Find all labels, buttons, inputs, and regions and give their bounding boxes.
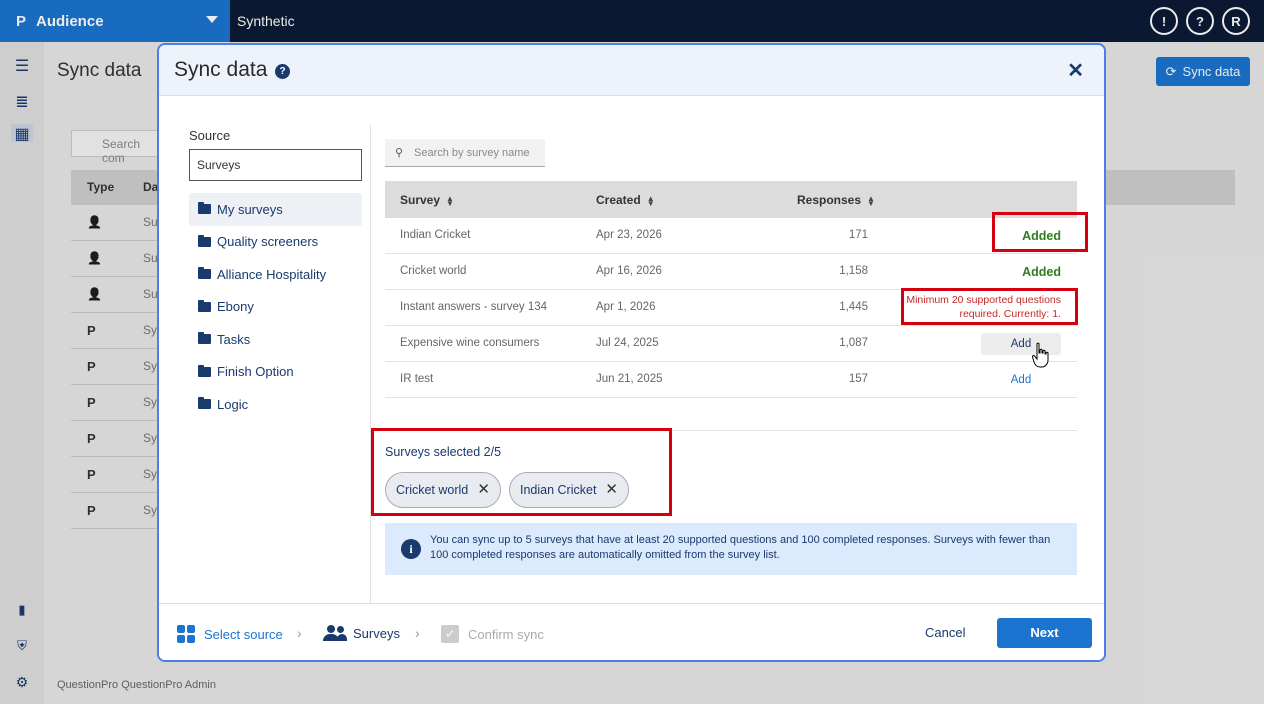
modal-footer: Select source › Surveys › ✓ Confirm sync…: [159, 603, 1104, 660]
survey-name: IR test: [400, 373, 434, 385]
folder-my-surveys[interactable]: My surveys: [189, 193, 362, 226]
sort-icon: ▲ ▼: [446, 193, 454, 208]
cancel-button[interactable]: Cancel: [925, 625, 965, 640]
source-select[interactable]: [189, 149, 362, 181]
panel-divider: [370, 125, 371, 603]
highlight-box-selected: [371, 428, 672, 516]
folder-icon: [198, 332, 211, 345]
step-label: Select source: [204, 626, 283, 642]
col-survey[interactable]: Survey ▲ ▼: [400, 193, 454, 207]
folder-icon: [198, 267, 211, 280]
folder-quality-screeners[interactable]: Quality screeners: [189, 226, 362, 259]
step-label: Confirm sync: [468, 626, 544, 642]
folder-label: Tasks: [217, 331, 251, 347]
col-created-label: Created: [596, 193, 641, 207]
col-responses[interactable]: Responses ▲ ▼: [797, 193, 875, 207]
search-placeholder: Search by survey name: [414, 147, 530, 159]
survey-name: Instant answers - survey 134: [400, 301, 548, 313]
added-status: Added: [1022, 265, 1061, 279]
col-survey-label: Survey: [400, 193, 441, 207]
survey-responses: 171: [848, 229, 868, 241]
highlight-box-warning: [901, 288, 1078, 325]
folder-label: My surveys: [217, 201, 283, 217]
help-icon[interactable]: ?: [275, 64, 290, 79]
folder-icon: [198, 364, 211, 377]
survey-created: Jul 24, 2025: [596, 337, 659, 349]
survey-name: Expensive wine consumers: [400, 337, 540, 349]
hand-cursor-icon: [1032, 342, 1049, 368]
folder-icon: [198, 299, 211, 312]
folder-icon: [198, 202, 211, 215]
survey-responses: 1,158: [839, 265, 868, 277]
people-icon: [323, 625, 347, 641]
table-row: Expensive wine consumers Jul 24, 2025 1,…: [385, 326, 1077, 362]
survey-name: Cricket world: [400, 265, 467, 277]
folder-label: Logic: [217, 396, 249, 412]
folder-icon: [198, 397, 211, 410]
sort-icon: ▲ ▼: [867, 193, 875, 208]
modal-header: Sync data ? ✕: [159, 45, 1104, 96]
step-confirm-sync: ✓ Confirm sync: [441, 625, 544, 643]
survey-created: Apr 23, 2026: [596, 229, 662, 241]
next-button[interactable]: Next: [997, 618, 1092, 648]
folder-alliance-hospitality[interactable]: Alliance Hospitality: [189, 258, 362, 291]
col-responses-label: Responses: [797, 193, 862, 207]
step-surveys: Surveys: [323, 625, 400, 641]
folder-label: Finish Option: [217, 364, 294, 380]
info-text: You can sync up to 5 surveys that have a…: [430, 534, 1051, 561]
add-survey-button[interactable]: Add: [981, 369, 1061, 391]
info-banner: i You can sync up to 5 surveys that have…: [385, 523, 1077, 575]
survey-responses: 157: [848, 373, 868, 385]
info-icon: i: [401, 539, 421, 559]
close-icon[interactable]: ✕: [1067, 58, 1084, 83]
sync-data-modal: Sync data ? ✕ Source My surveys Quality …: [157, 43, 1106, 662]
checkbox-icon: ✓: [441, 625, 459, 643]
folder-label: Alliance Hospitality: [217, 266, 327, 282]
folder-label: Quality screeners: [217, 234, 319, 250]
survey-responses: 1,445: [839, 301, 868, 313]
highlight-box-added: [992, 212, 1088, 252]
table-row: IR test Jun 21, 2025 157 Add: [385, 362, 1077, 398]
sort-icon: ▲ ▼: [646, 193, 655, 208]
grid-icon: [177, 625, 195, 643]
survey-responses: 1,087: [839, 337, 868, 349]
survey-table-header: Survey ▲ ▼ Created ▲ ▼ Responses ▲ ▼: [385, 181, 1077, 218]
table-row: Indian Cricket Apr 23, 2026 171 Added: [385, 218, 1077, 254]
source-label: Source: [189, 128, 231, 143]
search-icon: ⚲: [395, 147, 404, 159]
survey-search-input[interactable]: ⚲ Search by survey name: [385, 139, 545, 167]
survey-created: Jun 21, 2025: [596, 373, 663, 385]
step-select-source[interactable]: Select source: [177, 625, 283, 643]
step-label: Surveys: [353, 625, 400, 641]
folder-ebony[interactable]: Ebony: [189, 291, 362, 324]
table-row: Cricket world Apr 16, 2026 1,158 Added: [385, 254, 1077, 290]
chevron-right-icon: ›: [297, 625, 302, 641]
folder-finish-option[interactable]: Finish Option: [189, 356, 362, 389]
chevron-right-icon: ›: [415, 625, 420, 641]
folder-tasks[interactable]: Tasks: [189, 323, 362, 356]
survey-created: Apr 16, 2026: [596, 265, 662, 277]
folder-logic[interactable]: Logic: [189, 388, 362, 421]
col-created[interactable]: Created ▲ ▼: [596, 193, 655, 207]
folder-list: My surveys Quality screeners Alliance Ho…: [189, 193, 362, 421]
survey-name: Indian Cricket: [400, 229, 471, 241]
folder-label: Ebony: [217, 299, 254, 315]
folder-icon: [198, 234, 211, 247]
survey-created: Apr 1, 2026: [596, 301, 656, 313]
modal-title: Sync data: [174, 58, 268, 81]
